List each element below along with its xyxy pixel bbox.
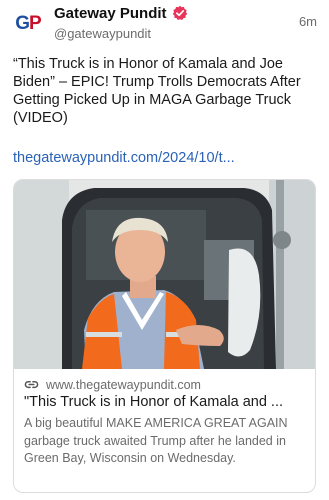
post-link[interactable]: thegatewaypundit.com/2024/10/t... — [13, 150, 235, 166]
post-text: “This Truck is in Honor of Kamala and Jo… — [13, 56, 301, 126]
post[interactable]: GP Gateway Pundit @gatewaypundit 6m “Thi… — [0, 0, 329, 500]
avatar-logo: GP — [15, 13, 41, 34]
verified-badge-icon — [172, 5, 188, 21]
author-block: Gateway Pundit @gatewaypundit — [54, 4, 284, 41]
link-preview-domain: www.thegatewaypundit.com — [46, 377, 201, 392]
link-chain-icon — [24, 377, 39, 392]
author-name[interactable]: Gateway Pundit — [54, 5, 167, 22]
post-timestamp[interactable]: 6m — [299, 14, 317, 29]
link-preview-image[interactable] — [14, 180, 315, 369]
link-preview-title[interactable]: "This Truck is in Honor of Kamala and ..… — [24, 394, 307, 410]
link-preview-description: A big beautiful MAKE AMERICA GREAT AGAIN… — [24, 416, 288, 465]
link-preview-card[interactable]: www.thegatewaypundit.com "This Truck is … — [13, 179, 316, 493]
author-handle[interactable]: @gatewaypundit — [54, 26, 284, 41]
avatar[interactable]: GP — [12, 8, 44, 40]
link-preview-meta: www.thegatewaypundit.com "This Truck is … — [14, 369, 315, 468]
